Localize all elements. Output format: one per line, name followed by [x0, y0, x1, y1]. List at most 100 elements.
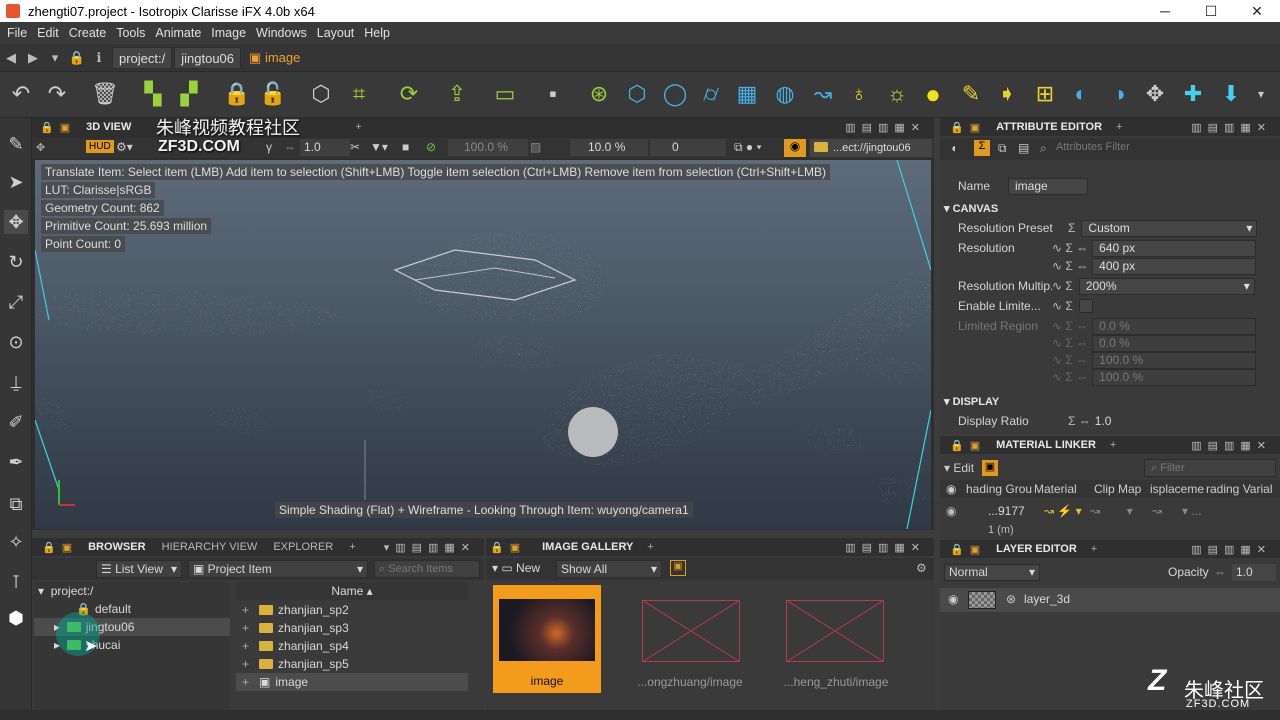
unlock-item-icon[interactable]: 🔓 [258, 79, 288, 109]
panel-lock-icon[interactable]: 🔒 [490, 541, 504, 554]
menu-create[interactable]: Create [64, 26, 112, 40]
add-tab-icon[interactable]: + [1116, 121, 1122, 133]
cylinder-icon[interactable]: ⌭ [696, 79, 726, 109]
sphere-light-icon[interactable]: ● [918, 79, 948, 109]
list-item[interactable]: + zhanjian_sp5 [236, 655, 468, 673]
import-icon[interactable]: ⇪ [442, 79, 472, 109]
display-ratio-value[interactable]: 1.0 [1095, 414, 1112, 428]
panel-lock-icon[interactable]: 🔒 [40, 121, 54, 134]
filter-icon[interactable]: ▼▾ [370, 140, 388, 154]
menu-tools[interactable]: Tools [111, 26, 150, 40]
add-tab-icon[interactable]: + [349, 541, 355, 553]
menu-file[interactable]: File [2, 26, 32, 40]
column-clip-map[interactable]: Clip Map [1094, 482, 1141, 496]
material-link-icon[interactable]: ↝ ⚡ ▾ [1044, 504, 1082, 518]
undo-icon[interactable]: ↶ [6, 79, 36, 109]
globe-icon[interactable]: ◍ [770, 79, 800, 109]
display-icons[interactable]: ⧉ ● ▾ [734, 140, 762, 155]
maximize-button[interactable]: ☐ [1188, 0, 1234, 22]
gallery-item-selected[interactable]: image [493, 585, 601, 693]
hud-toggle[interactable]: HUD [86, 140, 114, 153]
back-arrow-icon[interactable]: ◀ [0, 50, 22, 66]
display-section-header[interactable]: ▾ DISPLAY [944, 395, 999, 408]
name-field[interactable]: image [1008, 177, 1088, 195]
grid-icon[interactable]: ▦ [732, 79, 762, 109]
attributes-filter-input[interactable]: Attributes Filter [1056, 141, 1130, 153]
list-item[interactable]: + zhanjian_sp2 [236, 601, 468, 619]
tab-hierarchy-view[interactable]: HIERARCHY VIEW [154, 541, 266, 553]
panel-home-icon[interactable]: ▣ [60, 121, 70, 134]
close-button[interactable]: ✕ [1234, 0, 1280, 22]
tab-attribute-editor[interactable]: ATTRIBUTE EDITOR [988, 121, 1110, 133]
spotlight-icon[interactable]: ✎ [956, 79, 986, 109]
menu-windows[interactable]: Windows [251, 26, 312, 40]
stamp-tool-icon[interactable]: ⍊ [4, 370, 28, 394]
panel-layout-icons[interactable]: ▥▤▥▦✕ [845, 121, 926, 134]
canvas-section-header[interactable]: ▾ CANVAS [944, 202, 998, 215]
edit-menu[interactable]: ▾ Edit [944, 461, 974, 475]
column-material[interactable]: Material [1034, 482, 1077, 496]
lock-item-icon[interactable]: 🔒 [222, 79, 252, 109]
isolate-icon[interactable]: ⬡ [306, 79, 336, 109]
light-bulb-icon[interactable]: ♁ [844, 79, 874, 109]
frame-icon[interactable]: ⌗ [344, 79, 374, 109]
pan-icon[interactable]: ✥ [36, 141, 45, 154]
sigma-icon[interactable]: Σ ⇔ [1068, 414, 1091, 428]
visibility-eye-icon[interactable]: ◉ [784, 139, 806, 157]
sigma-icon[interactable]: Σ [974, 140, 990, 156]
eye-icon[interactable]: ◉ [946, 504, 956, 518]
list-item[interactable]: + zhanjian_sp4 [236, 637, 468, 655]
panel-lock-icon[interactable]: 🔒 [950, 543, 964, 556]
opacity-stepper-icon[interactable]: ⇔ [1214, 565, 1226, 579]
magic-tool-icon[interactable]: ✧ [4, 530, 28, 554]
breadcrumb-folder[interactable]: jingtou06 [174, 46, 242, 69]
group-icon[interactable]: ▚ [138, 79, 168, 109]
expand-icon[interactable]: + [242, 657, 249, 671]
linker-mode-icon[interactable]: ▣ [982, 460, 998, 476]
sphere-icon[interactable]: ◯ [660, 79, 690, 109]
scale-tool-icon[interactable]: ⤢ [4, 290, 28, 314]
percent-field-1[interactable]: 100.0 % [448, 139, 528, 156]
comment-icon[interactable]: ▭ [490, 79, 520, 109]
ungroup-icon[interactable]: ▞ [174, 79, 204, 109]
locator-icon[interactable]: ✚ [1178, 79, 1208, 109]
gallery-settings-icon[interactable]: ⚙ [916, 561, 927, 575]
viewport-canvas[interactable]: Translate Item: Select item (LMB) Add it… [35, 160, 931, 529]
move-down-icon[interactable]: ⬇ [1216, 79, 1246, 109]
animate-curve-icon[interactable]: ∿ Σ ⇔ [1052, 259, 1088, 273]
eye-icon[interactable]: ◉ [948, 592, 958, 606]
layer-row[interactable]: ◉ ⊛ layer_3d [940, 588, 1280, 612]
animate-curve-icon[interactable]: ∿ Σ [1052, 299, 1073, 313]
delete-icon[interactable]: 🗑 [90, 79, 120, 109]
animate-curve-icon[interactable]: ∿ Σ [1052, 279, 1073, 293]
opacity-field[interactable]: 1.0 [1232, 564, 1276, 581]
column-shading-variable[interactable]: rading Varial [1206, 482, 1272, 496]
menu-help[interactable]: Help [359, 26, 395, 40]
add-tab-icon[interactable]: + [1110, 439, 1116, 451]
animate-curve-icon[interactable]: ∿ Σ ⇔ [1052, 241, 1088, 255]
view-mode-select[interactable]: ☰ List View ▾ [96, 560, 182, 578]
panel-home-icon[interactable]: ▣ [510, 541, 520, 554]
rotate-tool-icon[interactable]: ↻ [4, 250, 28, 274]
scatterer-icon[interactable]: ⊛ [584, 79, 614, 109]
tab-image-gallery[interactable]: IMAGE GALLERY [534, 541, 641, 553]
name-column-header[interactable]: Name ▴ [236, 582, 468, 600]
gamma-icon[interactable]: γ [266, 140, 272, 154]
sun-icon[interactable]: ☼ [882, 79, 912, 109]
panel-lock-icon[interactable]: 🔒 [950, 439, 964, 452]
redo-icon[interactable]: ↷ [42, 79, 72, 109]
add-tab-icon[interactable]: + [647, 541, 653, 553]
add-tab-icon[interactable]: + [355, 121, 361, 133]
number-field[interactable]: 0 [650, 139, 726, 156]
tab-explorer[interactable]: EXPLORER [265, 541, 341, 553]
directional-light-icon[interactable]: ➧ [992, 79, 1022, 109]
panel-layout-icons[interactable]: ▾▥▤▥▦✕ [384, 541, 476, 554]
column-shading-group[interactable]: hading Grou [966, 482, 1032, 496]
panel-layout-icons[interactable]: ▥▤▥▦✕ [1191, 439, 1272, 452]
crop-tool-icon[interactable]: ⧉ [4, 492, 28, 516]
context-path-field[interactable]: ...ect://jingtou06 [810, 139, 932, 157]
move-tool-icon[interactable]: ✥ [4, 210, 28, 234]
zoom-field[interactable]: 1.0 [300, 139, 350, 156]
list-item-selected[interactable]: + ▣ image [236, 673, 468, 691]
select-tool-icon[interactable]: ➤ [4, 170, 28, 194]
